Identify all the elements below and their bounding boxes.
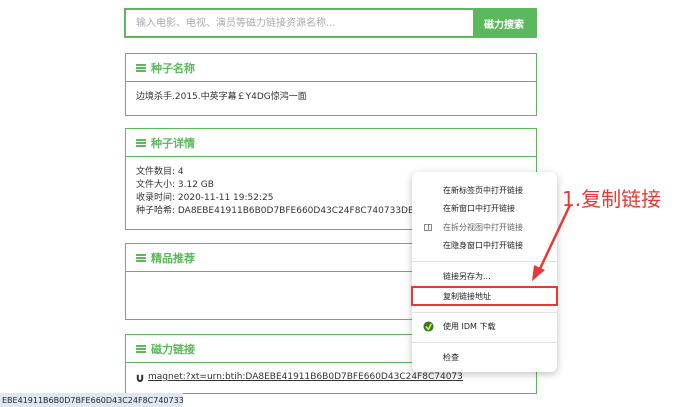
panel-header: 种子详情: [126, 129, 536, 157]
search-input[interactable]: [126, 10, 473, 36]
list-icon: [136, 63, 146, 72]
copy-link-highlight-box: [411, 286, 558, 306]
search-bar: 磁力搜索: [124, 8, 537, 38]
menu-separator: [412, 312, 557, 313]
torrent-name-panel: 种子名称 边境杀手.2015.中英字幕￡Y4DG惊鸿一面: [125, 53, 537, 116]
menu-download-with-idm[interactable]: 使用 IDM 下载: [412, 318, 557, 335]
panel-title: 种子名称: [151, 61, 195, 75]
list-icon: [136, 138, 146, 147]
torrent-name: 边境杀手.2015.中英字幕￡Y4DG惊鸿一面: [136, 92, 307, 102]
magnet-row: magnet:?xt=urn:btih:DA8EBE41911B6B0D7BFE…: [136, 371, 526, 384]
menu-open-new-tab[interactable]: 在新标签页中打开链接: [412, 182, 557, 199]
annotation-arrow-icon: [532, 204, 572, 281]
panel-header: 种子名称: [126, 54, 536, 82]
torrent-name-body: 边境杀手.2015.中英字幕￡Y4DG惊鸿一面: [126, 82, 536, 112]
annotation-label: 1.复制链接: [562, 187, 662, 211]
menu-inspect[interactable]: 检查: [412, 349, 557, 366]
link-status-bar: EBE41911B6B0D7BFE660D43C24F8C740733DB: [0, 393, 183, 407]
panel-title: 精品推荐: [151, 251, 195, 265]
search-button[interactable]: 磁力搜索: [473, 10, 535, 36]
list-icon: [136, 253, 146, 262]
magnet-icon: [136, 374, 144, 382]
panel-title: 种子详情: [151, 136, 195, 150]
menu-separator: [412, 342, 557, 343]
list-icon: [136, 344, 146, 353]
panel-title: 磁力链接: [151, 342, 195, 356]
magnet-link[interactable]: magnet:?xt=urn:btih:DA8EBE41911B6B0D7BFE…: [148, 371, 463, 384]
